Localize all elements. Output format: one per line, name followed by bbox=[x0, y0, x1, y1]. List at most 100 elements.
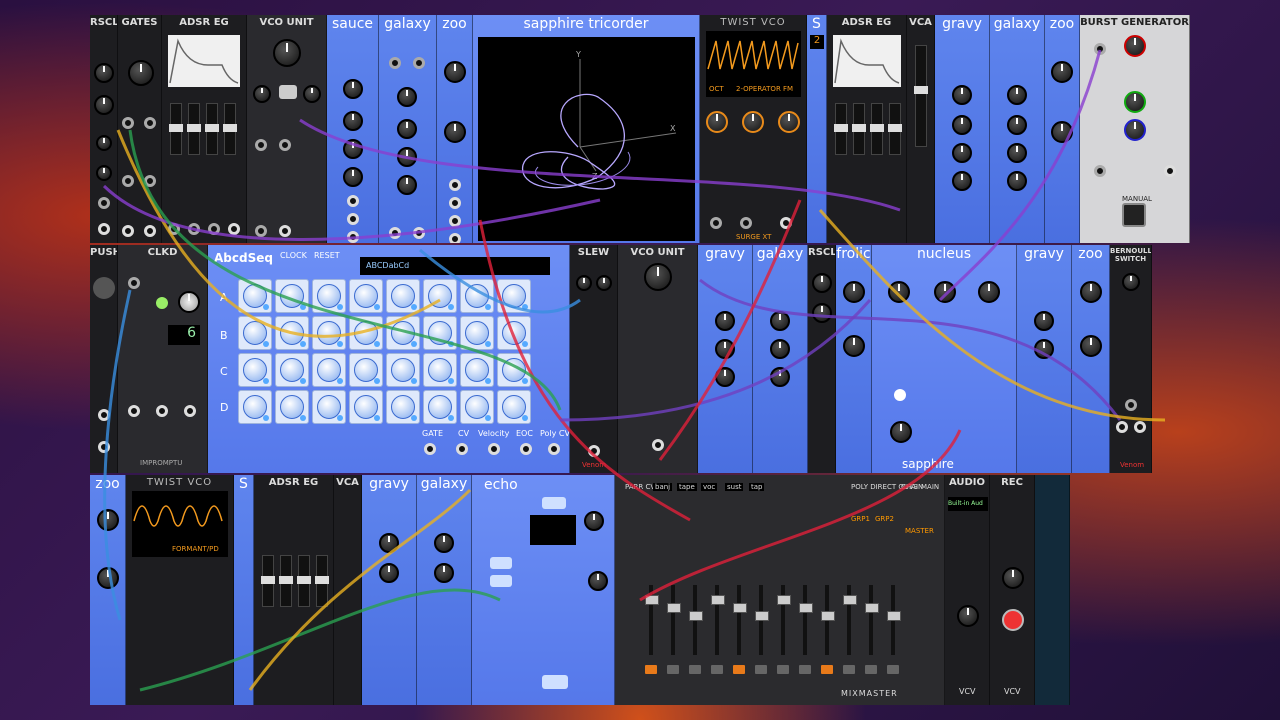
step-pad[interactable] bbox=[275, 279, 309, 313]
step-pad[interactable] bbox=[275, 390, 309, 424]
fader-cap[interactable] bbox=[755, 611, 769, 621]
rel-slider[interactable] bbox=[888, 103, 902, 155]
manual-button[interactable] bbox=[1122, 203, 1146, 227]
sus-slider[interactable] bbox=[870, 103, 884, 155]
step-pad[interactable] bbox=[349, 279, 383, 313]
step-pad[interactable] bbox=[423, 279, 457, 313]
cv-out-jack[interactable] bbox=[456, 443, 468, 455]
out-jack[interactable] bbox=[279, 225, 291, 237]
step-pad[interactable] bbox=[497, 279, 531, 313]
mix-knob[interactable] bbox=[952, 143, 972, 163]
env-button[interactable] bbox=[542, 675, 568, 689]
size-knob[interactable] bbox=[1007, 171, 1027, 191]
fader-cap[interactable] bbox=[865, 603, 879, 613]
step-pad[interactable] bbox=[497, 353, 531, 387]
step-pad[interactable] bbox=[238, 279, 272, 313]
flip-jack[interactable] bbox=[122, 175, 134, 187]
bpm-knob[interactable] bbox=[178, 291, 200, 313]
step-pad[interactable] bbox=[275, 353, 309, 387]
clk2-jack[interactable] bbox=[156, 405, 168, 417]
res-knob[interactable] bbox=[952, 115, 972, 135]
length-knob[interactable] bbox=[128, 60, 154, 86]
step-pad[interactable] bbox=[460, 316, 494, 350]
ext-clock-jack[interactable] bbox=[1094, 43, 1106, 55]
step-pad[interactable] bbox=[312, 279, 346, 313]
out-right-jack[interactable] bbox=[413, 227, 425, 239]
res-knob[interactable] bbox=[1034, 339, 1054, 359]
bright-knob[interactable] bbox=[1007, 115, 1027, 135]
chaos-knob[interactable] bbox=[1080, 335, 1102, 357]
speed-knob[interactable] bbox=[888, 281, 910, 303]
replace-knob[interactable] bbox=[397, 87, 417, 107]
speed-knob[interactable] bbox=[843, 281, 865, 303]
rel-slider[interactable] bbox=[315, 555, 329, 607]
in-jack[interactable] bbox=[98, 197, 110, 209]
step-pad[interactable] bbox=[423, 353, 457, 387]
step-pad[interactable] bbox=[386, 316, 420, 350]
step-pad[interactable] bbox=[497, 390, 531, 424]
step-pad[interactable] bbox=[497, 316, 531, 350]
fader-cap[interactable] bbox=[667, 603, 681, 613]
channel-fader[interactable] bbox=[755, 585, 769, 655]
prob-knob[interactable] bbox=[1124, 119, 1146, 141]
freq-knob[interactable] bbox=[952, 85, 972, 105]
mute-button[interactable] bbox=[887, 665, 899, 674]
output-jack[interactable] bbox=[1116, 421, 1128, 433]
frz-button[interactable] bbox=[490, 557, 512, 569]
max-knob[interactable] bbox=[96, 135, 112, 151]
step-pad[interactable] bbox=[386, 279, 420, 313]
bright-knob[interactable] bbox=[397, 119, 417, 139]
voct-jack[interactable] bbox=[710, 217, 722, 229]
sus-slider[interactable] bbox=[205, 103, 219, 155]
speed-knob[interactable] bbox=[97, 509, 119, 531]
gain-knob[interactable] bbox=[812, 273, 832, 293]
gate2-jack[interactable] bbox=[144, 225, 156, 237]
exp-fm-jack[interactable] bbox=[255, 139, 267, 151]
push-button[interactable] bbox=[93, 277, 115, 299]
detune-knob[interactable] bbox=[397, 147, 417, 167]
channel-fader[interactable] bbox=[865, 585, 879, 655]
fall-knob[interactable] bbox=[596, 275, 612, 291]
out-jack[interactable] bbox=[588, 445, 600, 457]
att-slider[interactable] bbox=[169, 103, 183, 155]
channel-fader[interactable] bbox=[733, 585, 747, 655]
step-pad[interactable] bbox=[349, 316, 383, 350]
freq-knob[interactable] bbox=[273, 39, 301, 67]
mute-button[interactable] bbox=[711, 665, 723, 674]
amount-knob[interactable] bbox=[778, 111, 800, 133]
step-pad[interactable] bbox=[238, 390, 272, 424]
mute-button[interactable] bbox=[645, 665, 657, 674]
lin-fm-jack[interactable] bbox=[279, 139, 291, 151]
eoc-out-jack[interactable] bbox=[520, 443, 532, 455]
hp-jack[interactable] bbox=[347, 231, 359, 243]
mute-button[interactable] bbox=[733, 665, 745, 674]
res-knob[interactable] bbox=[343, 111, 363, 131]
replace-knob[interactable] bbox=[770, 311, 790, 331]
fader-cap[interactable] bbox=[711, 595, 725, 605]
p-out-jack[interactable] bbox=[449, 233, 461, 243]
channel-fader[interactable] bbox=[777, 585, 791, 655]
reset-jack[interactable] bbox=[128, 277, 140, 289]
out-level-knob[interactable] bbox=[890, 421, 912, 443]
env-jack[interactable] bbox=[228, 223, 240, 235]
input-jack[interactable] bbox=[1125, 399, 1137, 411]
channel-fader[interactable] bbox=[667, 585, 681, 655]
push-jack[interactable] bbox=[168, 223, 180, 235]
freq-knob[interactable] bbox=[343, 79, 363, 99]
rec-level-knob[interactable] bbox=[1002, 567, 1024, 589]
octave-knob[interactable] bbox=[253, 85, 271, 103]
freq-knob[interactable] bbox=[379, 533, 399, 553]
att-slider[interactable] bbox=[834, 103, 848, 155]
channel-fader[interactable] bbox=[711, 585, 725, 655]
res-knob[interactable] bbox=[379, 563, 399, 583]
pulses-jack[interactable] bbox=[1164, 165, 1176, 177]
mute-button[interactable] bbox=[755, 665, 767, 674]
mix-knob[interactable] bbox=[343, 139, 363, 159]
mute-button[interactable] bbox=[799, 665, 811, 674]
lp-jack[interactable] bbox=[347, 195, 359, 207]
output2-jack[interactable] bbox=[1134, 421, 1146, 433]
chaos-knob[interactable] bbox=[1051, 121, 1073, 143]
step-pad[interactable] bbox=[423, 316, 457, 350]
step-pad[interactable] bbox=[460, 279, 494, 313]
step-pad[interactable] bbox=[312, 353, 346, 387]
